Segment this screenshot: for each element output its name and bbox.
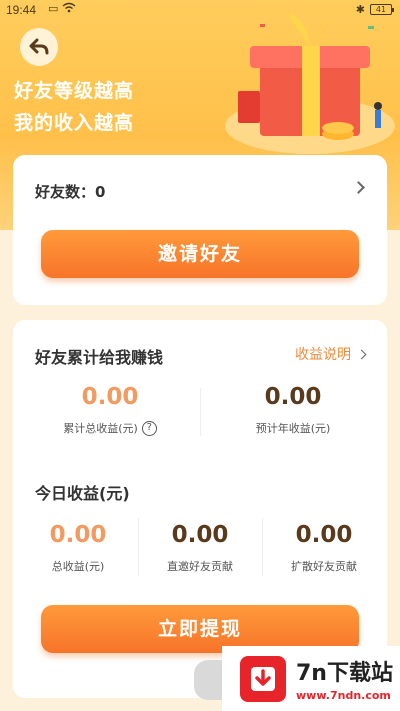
watermark-title: 7n下载站 xyxy=(296,661,393,686)
friends-card: 好友数：0 邀请好友 xyxy=(13,155,387,305)
floating-button-edge xyxy=(194,660,224,700)
divider xyxy=(200,388,201,436)
friend-count-row[interactable]: 好友数：0 xyxy=(35,181,105,202)
spread-friends-value: 0.00 xyxy=(295,522,353,548)
total-earnings-label: 累计总收益(元) xyxy=(63,422,138,435)
direct-invite-stat: 0.00 直邀好友贡献 xyxy=(145,522,255,574)
earnings-title: 好友累计给我赚钱 xyxy=(35,348,164,367)
headline-line1: 好友等级越高 xyxy=(14,80,135,102)
today-total-stat: 0.00 总收益(元) xyxy=(23,522,133,574)
help-icon[interactable]: ? xyxy=(141,420,157,436)
direct-invite-label: 直邀好友贡献 xyxy=(167,560,233,573)
direct-invite-value: 0.00 xyxy=(171,522,229,548)
watermark-url: www.7ndn.com xyxy=(296,689,391,702)
status-icons: ▭ xyxy=(48,2,76,16)
sim-icon: ▭ xyxy=(48,2,59,15)
earnings-explain-label: 收益说明 xyxy=(295,347,351,363)
today-total-value: 0.00 xyxy=(49,522,107,548)
chevron-right-icon xyxy=(356,349,367,359)
earnings-card: 好友累计给我赚钱 收益说明 0.00 累计总收益(元) ? 0.00 预计年收益… xyxy=(13,320,387,698)
status-time: 19:44 xyxy=(6,3,37,17)
yearly-earnings-value: 0.00 xyxy=(264,384,322,410)
headline-line2: 我的收入越高 xyxy=(14,112,135,134)
friend-count-value: 0 xyxy=(95,183,106,201)
today-earnings-title: 今日收益(元) xyxy=(35,484,130,503)
site-watermark: 7n下载站 www.7ndn.com xyxy=(222,646,400,711)
chevron-right-icon[interactable] xyxy=(352,181,365,194)
today-total-label: 总收益(元) xyxy=(51,560,105,573)
friend-count-label: 好友数： xyxy=(35,183,96,201)
invite-friends-button[interactable]: 邀请好友 xyxy=(41,230,359,278)
back-arrow-icon xyxy=(29,38,49,55)
download-logo-icon xyxy=(240,655,286,702)
yearly-earnings-stat: 0.00 预计年收益(元) xyxy=(218,384,368,436)
divider xyxy=(262,518,263,576)
spread-friends-stat: 0.00 扩散好友贡献 xyxy=(269,522,379,574)
back-button[interactable] xyxy=(20,28,58,66)
gift-box-illustration xyxy=(225,12,395,154)
earnings-explain-link[interactable]: 收益说明 xyxy=(295,344,367,364)
spread-friends-label: 扩散好友贡献 xyxy=(291,560,357,573)
wifi-icon xyxy=(62,2,76,16)
divider xyxy=(138,518,139,576)
total-earnings-value: 0.00 xyxy=(81,384,139,410)
yearly-earnings-label: 预计年收益(元) xyxy=(255,422,331,435)
total-earnings-stat: 0.00 累计总收益(元) ? xyxy=(35,384,185,436)
